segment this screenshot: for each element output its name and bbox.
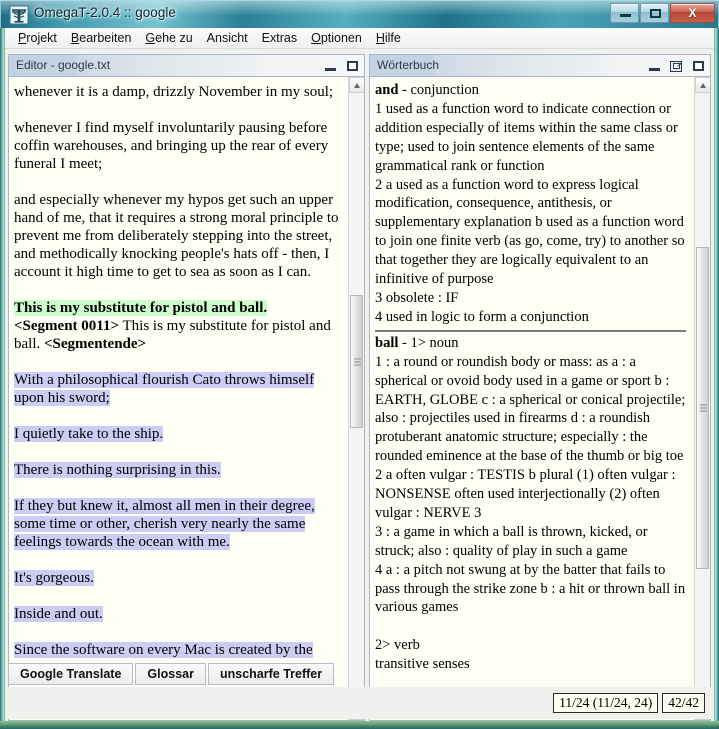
editor-paragraph: whenever I find myself involuntarily pau… xyxy=(14,120,329,172)
active-segment[interactable]: This is my substitute for pistol and bal… xyxy=(14,299,340,353)
client-area: Projekt Bearbeiten Gehe zu Ansicht Extra… xyxy=(4,28,715,721)
menubar: Projekt Bearbeiten Gehe zu Ansicht Extra… xyxy=(5,28,714,49)
dictionary-sense: 1 : a round or roundish body or mass: as… xyxy=(375,353,686,465)
dictionary-headword: and xyxy=(375,82,399,98)
dictionary-sense: 4 used in logic to form a conjunction xyxy=(375,308,589,325)
window-frame-bottom xyxy=(0,721,719,729)
dictionary-sense: 1 used as a function word to indicate co… xyxy=(375,100,678,174)
statusbar: 11/24 (11/24, 24) 42/42 xyxy=(8,687,711,719)
editor-paragraph: and especially whenever my hypos get suc… xyxy=(14,192,339,280)
dictionary-minimize-icon[interactable] xyxy=(648,60,661,73)
dictionary-pos: - conjunction xyxy=(402,82,479,98)
tab-google-translate[interactable]: Google Translate xyxy=(8,663,134,685)
segment-text: If they but knew it, almost all men in t… xyxy=(14,498,315,550)
omegat-logo-icon xyxy=(9,5,29,25)
close-button[interactable]: X xyxy=(670,3,715,23)
dictionary-sense: 3 obsolete : IF xyxy=(375,289,459,306)
dictionary-vertical-scrollbar[interactable] xyxy=(694,77,710,720)
window-title: OmegaT-2.0.4 :: google xyxy=(34,5,176,20)
dictionary-sense: 2 a often vulgar : TESTIS b plural (1) o… xyxy=(375,467,676,521)
editor-panel-body: whenever it is a damp, drizzly November … xyxy=(8,76,365,721)
window-titlebar: OmegaT-2.0.4 :: google X xyxy=(0,0,719,28)
menu-gehe-zu[interactable]: Gehe zu xyxy=(138,29,199,47)
bottom-tab-row: Google Translate Glossar unscharfe Treff… xyxy=(8,663,711,685)
dictionary-scroll-thumb[interactable] xyxy=(696,247,709,569)
omegat-main-window: OmegaT-2.0.4 :: google X Projekt Bearbei… xyxy=(0,0,719,729)
menu-bearbeiten[interactable]: Bearbeiten xyxy=(64,29,138,47)
menu-ansicht[interactable]: Ansicht xyxy=(200,29,255,47)
docking-area: Editor - google.txt whenever it is a dam… xyxy=(5,50,714,721)
window-frame-right xyxy=(715,28,719,729)
progress-counter: 42/42 xyxy=(662,693,705,713)
dictionary-blank-line xyxy=(375,617,688,636)
tab-row-filler xyxy=(336,663,711,685)
menu-projekt[interactable]: Projekt xyxy=(11,29,64,47)
editor-maximize-icon[interactable] xyxy=(346,60,359,73)
segment-open-tag: <Segment 0011> xyxy=(14,318,120,334)
segment-counter: 11/24 (11/24, 24) xyxy=(553,693,659,713)
dictionary-subsense-header: 2> verb xyxy=(375,637,420,654)
segment-text: With a philosophical flourish Cato throw… xyxy=(14,372,315,406)
dictionary-entry-header: and - conjunction xyxy=(375,81,688,100)
menu-optionen[interactable]: Optionen xyxy=(304,29,369,47)
dictionary-panel-title: Wörterbuch xyxy=(377,58,440,72)
dictionary-panel-body: and - conjunction 1 used as a function w… xyxy=(369,76,711,721)
translated-segment[interactable]: With a philosophical flourish Cato throw… xyxy=(14,371,340,407)
segment-text: Since the software on every Mac is creat… xyxy=(14,642,313,658)
dictionary-headword: ball xyxy=(375,334,399,351)
editor-panel-title: Editor - google.txt xyxy=(16,58,111,72)
editor-panel-buttons xyxy=(324,55,359,77)
dictionary-text-area[interactable]: and - conjunction 1 used as a function w… xyxy=(370,77,694,720)
segment-text: Inside and out. xyxy=(14,606,103,622)
menu-hilfe[interactable]: Hilfe xyxy=(369,29,408,47)
dictionary-maximize-icon[interactable] xyxy=(692,60,705,73)
dictionary-undock-icon[interactable]: ↗ xyxy=(670,60,683,73)
dictionary-sense: 3 : a game in which a ball is thrown, ki… xyxy=(375,523,648,559)
dictionary-pos: - 1> noun xyxy=(402,334,459,351)
translated-segment[interactable]: Inside and out. xyxy=(14,605,340,623)
translated-segment[interactable]: I quietly take to the ship. xyxy=(14,425,340,443)
translated-segment[interactable]: There is nothing surprising in this. xyxy=(14,461,340,479)
dictionary-sense: 4 a : a pitch not swung at by the batter… xyxy=(375,561,686,616)
translated-segment[interactable]: Since the software on every Mac is creat… xyxy=(14,641,340,659)
window-controls: X xyxy=(610,3,715,23)
translated-segment[interactable]: It's gorgeous. xyxy=(14,569,340,587)
editor-panel: Editor - google.txt whenever it is a dam… xyxy=(8,54,365,721)
editor-minimize-icon[interactable] xyxy=(324,60,337,73)
tab-glossar[interactable]: Glossar xyxy=(135,663,206,685)
dictionary-panel-titlebar: Wörterbuch ↗ xyxy=(369,54,711,76)
maximize-button[interactable] xyxy=(640,3,669,23)
segment-text: I quietly take to the ship. xyxy=(14,426,164,442)
tab-unscharfe-treffer[interactable]: unscharfe Treffer xyxy=(207,663,335,685)
minimize-button[interactable] xyxy=(610,3,639,23)
segment-text: It's gorgeous. xyxy=(14,570,94,586)
scroll-up-arrow-icon[interactable] xyxy=(695,77,710,93)
menu-extras[interactable]: Extras xyxy=(255,29,304,47)
dictionary-entry-header: ball - 1> noun xyxy=(375,334,688,353)
editor-paragraph: whenever it is a damp, drizzly November … xyxy=(14,84,334,100)
editor-scroll-thumb[interactable] xyxy=(350,295,363,428)
dictionary-panel: Wörterbuch ↗ and - conjunction 1 used as… xyxy=(369,54,711,721)
segment-close-tag: <Segmentende> xyxy=(44,336,147,352)
dictionary-sense: 2 a used as a function word to express l… xyxy=(375,176,685,288)
active-segment-source: This is my substitute for pistol and bal… xyxy=(14,300,268,316)
editor-panel-titlebar: Editor - google.txt xyxy=(8,54,365,76)
segment-text: There is nothing surprising in this. xyxy=(14,462,221,478)
dictionary-panel-buttons: ↗ xyxy=(648,55,705,77)
editor-text-area[interactable]: whenever it is a damp, drizzly November … xyxy=(9,77,348,720)
editor-vertical-scrollbar[interactable] xyxy=(348,77,364,720)
translated-segment[interactable]: If they but knew it, almost all men in t… xyxy=(14,497,340,551)
scroll-up-arrow-icon[interactable] xyxy=(349,77,364,93)
entry-divider xyxy=(375,329,686,332)
